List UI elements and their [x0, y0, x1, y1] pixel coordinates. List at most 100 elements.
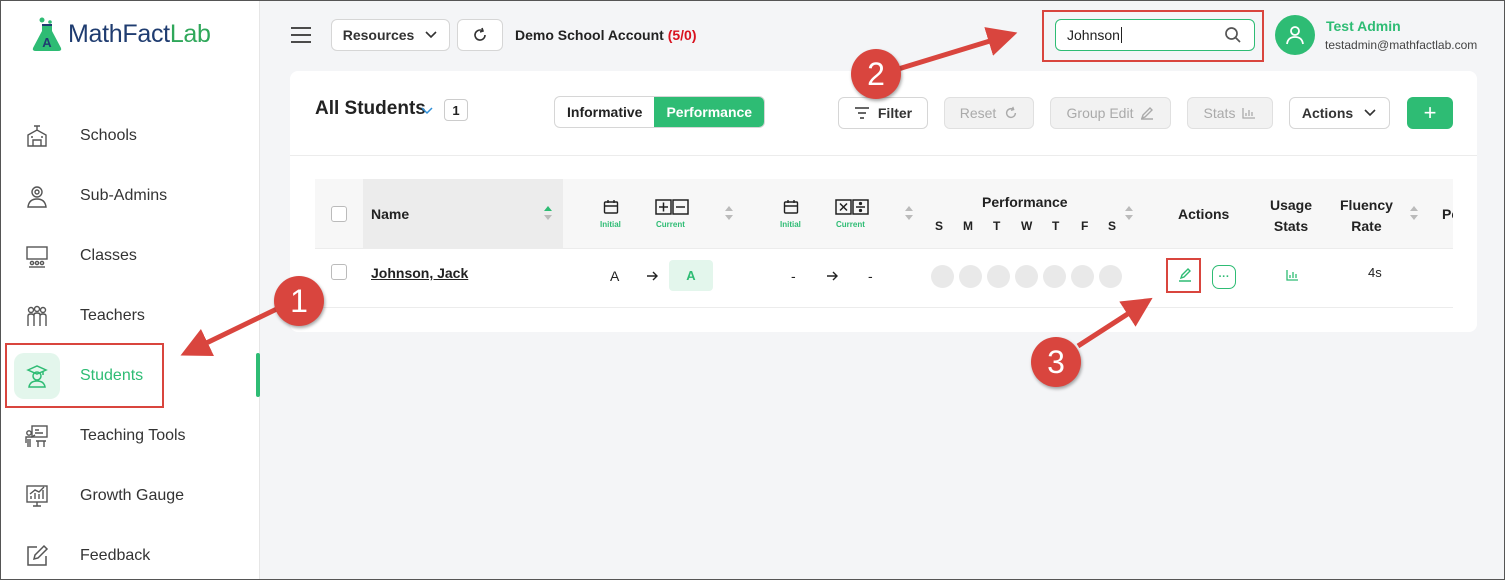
stats-button[interactable]: Stats — [1187, 97, 1273, 129]
column-header-actions: Actions — [1178, 206, 1230, 222]
refresh-button[interactable] — [457, 19, 503, 51]
search-input[interactable]: Johnson — [1055, 19, 1255, 51]
column-header-name[interactable]: Name — [371, 206, 409, 222]
reset-label: Reset — [959, 105, 997, 121]
sort-icon[interactable] — [905, 206, 913, 220]
classroom-icon — [14, 233, 60, 279]
toggle-performance[interactable]: Performance — [654, 97, 765, 127]
filter-label: Filter — [877, 105, 913, 121]
toggle-informative[interactable]: Informative — [555, 97, 654, 127]
flask-logo-icon: A — [32, 17, 62, 51]
day-label: S — [935, 219, 944, 233]
active-indicator — [256, 353, 260, 397]
sidebar-item-students[interactable]: Students — [10, 351, 255, 401]
column-header-truncated: Pe — [1442, 206, 1453, 222]
group-edit-label: Group Edit — [1066, 105, 1134, 121]
day-label: W — [1021, 219, 1033, 233]
calendar-icon — [783, 200, 799, 214]
performance-day-dot — [931, 265, 954, 288]
search-icon[interactable] — [1224, 26, 1242, 44]
sort-icon[interactable] — [725, 206, 733, 220]
day-label: M — [963, 219, 973, 233]
logo-text: MathFactLab — [68, 19, 211, 48]
muldiv-initial-value: - — [791, 268, 796, 284]
chevron-down-icon — [425, 31, 437, 39]
student-icon — [14, 353, 60, 399]
sidebar-item-label: Schools — [80, 127, 137, 144]
resources-dropdown[interactable]: Resources — [331, 19, 450, 51]
sidebar-item-sub-admins[interactable]: Sub-Admins — [10, 171, 255, 221]
sort-icon[interactable] — [1125, 206, 1133, 220]
sidebar-item-classes[interactable]: Classes — [10, 231, 255, 281]
step-marker-1: 1 — [274, 276, 324, 326]
initial-label: Initial — [780, 220, 801, 229]
stats-label: Stats — [1203, 105, 1236, 121]
user-name: Test Admin — [1326, 18, 1401, 34]
multiply-divide-icon — [835, 199, 869, 215]
sidebar-item-label: Feedback — [80, 547, 151, 564]
addsub-current-badge: A — [669, 260, 713, 291]
add-subtract-icon — [655, 199, 689, 215]
bar-chart-icon — [1242, 108, 1256, 119]
feedback-icon — [14, 533, 60, 579]
actions-label: Actions — [1301, 105, 1354, 121]
sidebar-item-schools[interactable]: Schools — [10, 111, 255, 161]
group-edit-button[interactable]: Group Edit — [1050, 97, 1171, 129]
calendar-icon — [603, 200, 619, 214]
sort-icon[interactable] — [544, 206, 552, 220]
sidebar: A MathFactLab Schools Sub-Admins Classes… — [0, 0, 260, 580]
sidebar-item-label: Classes — [80, 247, 137, 264]
sidebar-item-label: Sub-Admins — [80, 187, 168, 204]
sub-admin-icon — [14, 173, 60, 219]
refresh-icon — [1006, 106, 1017, 119]
step-marker-3: 3 — [1031, 337, 1081, 387]
filter-button[interactable]: Filter — [838, 97, 928, 129]
view-toggle: Informative Performance — [554, 96, 766, 128]
day-label: T — [1052, 219, 1060, 233]
user-email: testadmin@mathfactlab.com — [1325, 38, 1478, 52]
add-student-button[interactable]: + — [1407, 97, 1453, 129]
app-logo[interactable]: A MathFactLab — [30, 16, 211, 52]
student-name-link[interactable]: Johnson, Jack — [371, 265, 468, 281]
chevron-down-icon[interactable] — [421, 107, 433, 115]
divider — [315, 307, 1453, 308]
current-label: Current — [656, 220, 685, 229]
page-title: All Students — [315, 98, 426, 119]
performance-day-dot — [1043, 265, 1066, 288]
sort-icon[interactable] — [1410, 206, 1418, 220]
sidebar-item-teachers[interactable]: Teachers — [10, 291, 255, 341]
column-header-fluency-rate[interactable]: Fluency Rate — [1340, 195, 1393, 237]
usage-stats-icon[interactable] — [1286, 270, 1298, 281]
actions-dropdown[interactable]: Actions — [1289, 97, 1390, 129]
sidebar-item-label: Students — [80, 367, 144, 384]
filter-icon — [854, 107, 869, 119]
performance-day-dot — [1071, 265, 1094, 288]
pencil-icon — [1141, 107, 1154, 120]
avatar[interactable] — [1275, 15, 1315, 55]
school-count: (5/0) — [667, 27, 697, 43]
more-options-button[interactable]: ··· — [1212, 265, 1236, 289]
refresh-icon — [474, 27, 486, 41]
column-header-performance: Performance — [982, 194, 1068, 210]
chevron-down-icon — [1364, 109, 1376, 117]
step-marker-2: 2 — [851, 49, 901, 99]
muldiv-current-value: - — [868, 268, 873, 284]
divider — [290, 155, 1477, 156]
fluency-rate-value: 4s — [1368, 265, 1382, 280]
select-all-checkbox[interactable] — [331, 206, 347, 222]
row-checkbox[interactable] — [331, 264, 347, 280]
performance-day-dot — [1099, 265, 1122, 288]
performance-day-dot — [987, 265, 1010, 288]
sidebar-item-label: Teaching Tools — [80, 427, 186, 444]
sidebar-item-teaching-tools[interactable]: Teaching Tools — [10, 411, 255, 461]
reset-button[interactable]: Reset — [944, 97, 1034, 129]
performance-day-dot — [1015, 265, 1038, 288]
growth-chart-icon — [14, 473, 60, 519]
initial-label: Initial — [600, 220, 621, 229]
day-label: F — [1081, 219, 1089, 233]
sidebar-item-growth-gauge[interactable]: Growth Gauge — [10, 471, 255, 521]
edit-pencil-icon[interactable] — [1178, 268, 1192, 282]
day-label: T — [993, 219, 1001, 233]
hamburger-menu-icon[interactable] — [290, 26, 312, 44]
sidebar-item-feedback[interactable]: Feedback — [10, 531, 255, 580]
